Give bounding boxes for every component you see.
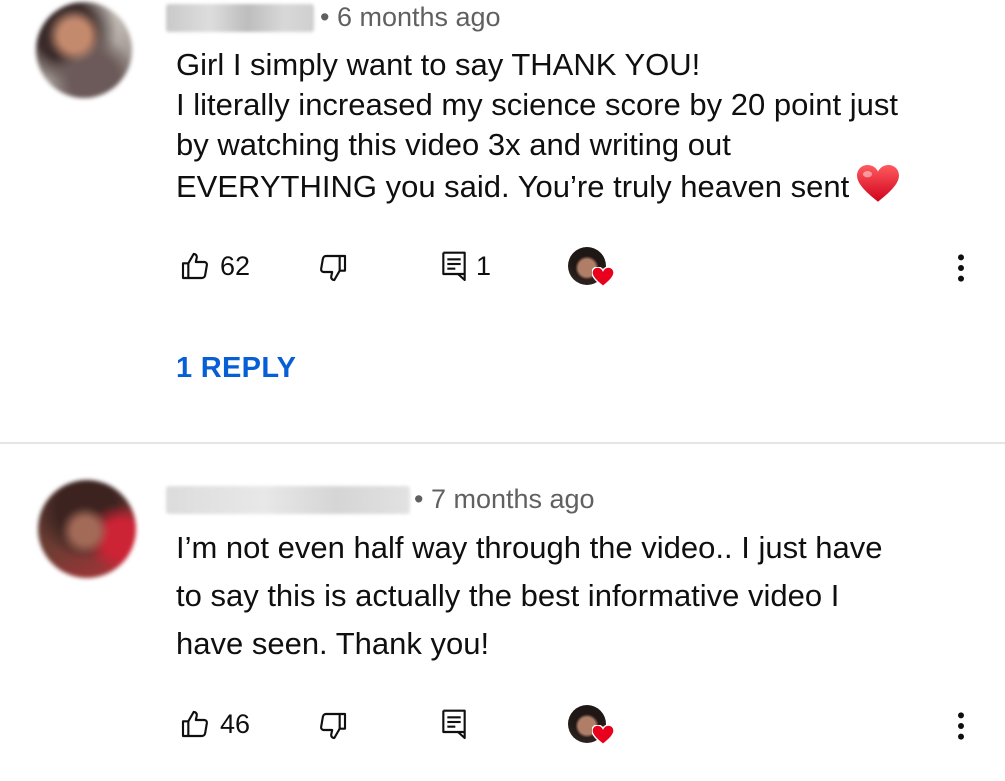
comment-line: have seen. Thank you!: [176, 626, 490, 661]
comment-body: Girl I simply want to say THANK YOU! I l…: [176, 45, 986, 207]
reply-button[interactable]: [440, 708, 468, 740]
comment-line: I’m not even half way through the video.…: [176, 530, 883, 565]
like-count: 46: [220, 708, 251, 739]
comment-timestamp: • 6 months ago: [320, 2, 501, 32]
comment-line: I literally increased my science score b…: [176, 87, 898, 122]
dislike-button[interactable]: [316, 710, 350, 742]
comment-body: I’m not even half way through the video.…: [176, 524, 976, 668]
commenter-name-redacted[interactable]: [166, 486, 410, 514]
creator-heart-badge: [568, 247, 618, 291]
comment-thread: • 7 months ago I’m not even half way thr…: [0, 446, 1005, 781]
comment-reply-icon: [442, 709, 466, 740]
comment-timestamp: • 7 months ago: [414, 484, 595, 514]
comment-line-last: EVERYTHING you said. You’re truly heaven…: [176, 165, 986, 207]
more-options-button[interactable]: [950, 710, 972, 742]
thumbs-down-icon: [320, 712, 347, 740]
comment-line: to say this is actually the best informa…: [176, 578, 840, 613]
more-options-button[interactable]: [950, 252, 972, 284]
reply-count: 1: [476, 250, 492, 281]
view-replies-link[interactable]: 1 REPLY: [176, 352, 296, 385]
comment-line: Girl I simply want to say THANK YOU!: [176, 47, 701, 82]
thumbs-down-icon: [320, 254, 347, 282]
commenter-name-redacted[interactable]: [166, 4, 314, 32]
like-count: 62: [220, 250, 251, 281]
more-vertical-icon: [958, 254, 964, 282]
like-button[interactable]: 46: [178, 708, 250, 740]
commenter-avatar[interactable]: [36, 2, 132, 98]
more-vertical-icon: [958, 712, 964, 740]
heart-icon: [592, 267, 614, 287]
comment-divider: [0, 442, 1005, 444]
comment-line: by watching this video 3x and writing ou…: [176, 127, 731, 162]
comment-reply-icon: [442, 251, 466, 282]
dislike-button[interactable]: [316, 252, 350, 284]
creator-heart-badge: [568, 705, 618, 749]
heart-icon: [592, 725, 614, 745]
like-button[interactable]: 62: [178, 250, 250, 282]
reply-button[interactable]: 1: [440, 250, 491, 282]
thumbs-up-icon: [181, 252, 208, 280]
heart-emoji-icon: [857, 165, 900, 202]
commenter-avatar[interactable]: [38, 480, 136, 578]
comment-thread: • 6 months ago Girl I simply want to say…: [0, 0, 1005, 442]
thumbs-up-icon: [181, 710, 208, 738]
